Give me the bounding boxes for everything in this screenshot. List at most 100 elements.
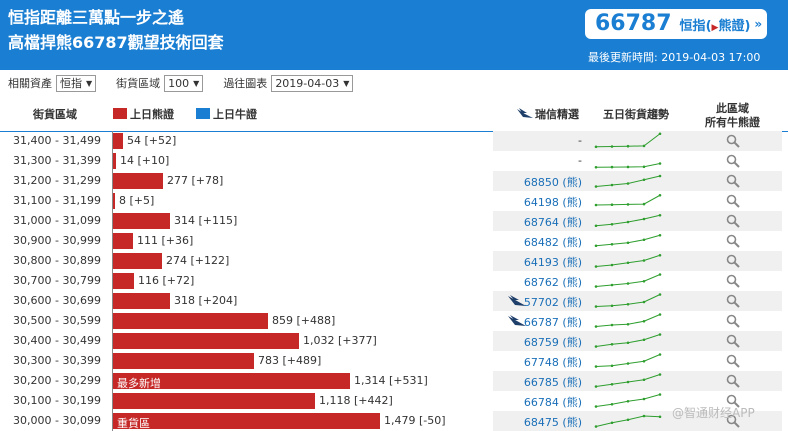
bar-note: 最多新增 — [117, 377, 161, 390]
magnifier-icon[interactable] — [726, 354, 740, 368]
trend-sparkline — [594, 253, 662, 268]
magnifier-icon[interactable] — [726, 374, 740, 388]
magnifier-icon[interactable] — [726, 254, 740, 268]
bear-bar[interactable] — [113, 193, 115, 209]
last-updated-time: 最後更新時間: 2019-04-03 17:00 — [588, 51, 761, 64]
trend-point — [642, 300, 646, 304]
trend-point — [658, 313, 662, 316]
trend-point — [610, 323, 614, 327]
row-range: 30,400 - 30,499 — [13, 334, 101, 347]
table-row: 30,700 - 30,799 116 [+72] 68762 (熊) — [0, 271, 788, 291]
range-label: 街貨區域 — [116, 77, 161, 90]
ubs-warrant-link[interactable]: 68475 (熊) — [524, 414, 582, 430]
ubs-warrant-link[interactable]: 68759 (熊) — [524, 334, 582, 350]
bear-bar[interactable] — [113, 353, 254, 369]
chart-label: 過往圖表 — [223, 77, 268, 90]
bear-bar[interactable] — [113, 253, 162, 269]
trend-sparkline — [594, 193, 662, 207]
column-region-line2: 所有牛熊證 — [705, 116, 760, 129]
bear-bar[interactable] — [113, 273, 134, 289]
column-trend: 五日街貨趨勢 — [603, 108, 669, 121]
trend-point — [626, 144, 630, 148]
bear-bar[interactable]: 最多新增 — [113, 373, 350, 390]
index-quote-box[interactable]: 66787 恒指(▶熊證) » — [585, 9, 767, 39]
trend-point — [610, 145, 614, 148]
table-row: 31,300 - 31,399 14 [+10] - — [0, 151, 788, 171]
bear-swatch — [113, 108, 127, 119]
trend-line — [595, 334, 661, 347]
column-range: 街貨區域 — [33, 108, 77, 121]
magnifier-icon[interactable] — [726, 174, 740, 188]
trend-point — [610, 402, 614, 406]
trend-point — [626, 380, 630, 384]
ubs-warrant-link[interactable]: 68764 (熊) — [524, 214, 582, 230]
trend-sparkline — [594, 132, 662, 149]
trend-point — [626, 302, 630, 306]
trend-line — [595, 415, 661, 427]
trend-point — [594, 345, 598, 348]
magnifier-icon[interactable] — [726, 214, 740, 228]
bear-bar[interactable] — [113, 393, 315, 409]
trend-point — [642, 217, 646, 221]
magnifier-icon[interactable] — [726, 154, 740, 168]
trend-line — [595, 133, 661, 148]
bar-value: 783 [+489] — [258, 354, 322, 367]
asset-select-value: 恒指 — [60, 77, 82, 90]
trend-sparkline — [594, 174, 662, 188]
trend-point — [658, 233, 662, 237]
ubs-warrant-link[interactable]: 67748 (熊) — [524, 354, 582, 370]
chart-date-select[interactable]: 2019-04-03 ▼ — [271, 74, 354, 92]
trend-point — [642, 259, 646, 262]
ubs-warrant-link[interactable]: 68762 (熊) — [524, 274, 582, 290]
trend-point — [594, 305, 598, 308]
ubs-warrant-link[interactable]: 57702 (熊) — [524, 294, 582, 310]
bear-bar[interactable] — [113, 333, 299, 349]
ubs-warrant-link[interactable]: 66784 (熊) — [524, 394, 582, 410]
bar-value: 1,032 [+377] — [303, 334, 377, 347]
table-row: 30,200 - 30,299 最多新增 1,314 [+531] 66785 (熊) — [0, 371, 788, 391]
magnifier-icon[interactable] — [726, 314, 740, 328]
ubs-warrant-link[interactable]: 66787 (熊) — [524, 314, 582, 330]
bear-bar[interactable] — [113, 173, 163, 189]
ubs-warrant-link[interactable]: 66785 (熊) — [524, 374, 582, 390]
trend-point — [626, 220, 630, 224]
headline-line2: 高檔捍熊66787觀望技術回套 — [8, 33, 224, 52]
ubs-warrant-link[interactable]: 68850 (熊) — [524, 174, 582, 190]
asset-select[interactable]: 恒指 ▼ — [56, 74, 97, 92]
table-row: 30,000 - 30,099 重貨區 1,479 [-50] 68475 (熊) — [0, 411, 788, 431]
magnifier-icon[interactable] — [726, 234, 740, 248]
bear-bar[interactable] — [113, 133, 123, 149]
trend-point — [658, 293, 662, 296]
bear-bar[interactable] — [113, 153, 116, 169]
trend-sparkline — [594, 414, 662, 428]
trend-sparkline — [594, 233, 662, 248]
bear-bar[interactable] — [113, 293, 170, 309]
index-name: 恒指 — [679, 18, 706, 34]
ubs-warrant-link[interactable]: 64198 (熊) — [524, 194, 582, 210]
row-range: 30,100 - 30,199 — [13, 394, 101, 407]
bear-bar[interactable] — [113, 213, 170, 229]
double-chevron-right-icon[interactable]: » — [754, 17, 762, 31]
legend-bear-label: 上日熊證 — [130, 108, 174, 121]
magnifier-icon[interactable] — [726, 194, 740, 208]
table-row: 30,500 - 30,599 859 [+488] 66787 (熊) — [0, 311, 788, 331]
magnifier-icon[interactable] — [726, 294, 740, 308]
trend-point — [658, 353, 662, 356]
filter-bar: 相關資產 恒指 ▼ 街貨區域 100 ▼ 過往圖表 2019-04-03 ▼ — [0, 70, 788, 96]
trend-point — [610, 222, 614, 226]
magnifier-icon[interactable] — [726, 274, 740, 288]
magnifier-icon[interactable] — [726, 134, 740, 148]
column-ubs: 瑞信精選 — [517, 106, 579, 122]
bear-bar[interactable] — [113, 233, 133, 249]
bar-value: 8 [+5] — [119, 194, 155, 207]
dropdown-arrow-icon: ▼ — [343, 78, 350, 88]
ubs-warrant-link[interactable]: 68482 (熊) — [524, 234, 582, 250]
ubs-warrant-link[interactable]: 64193 (熊) — [524, 254, 582, 270]
range-select[interactable]: 100 ▼ — [164, 74, 204, 92]
trend-point — [642, 144, 646, 148]
bear-bar[interactable]: 重貨區 — [113, 413, 380, 430]
trend-point — [658, 132, 662, 136]
trend-sparkline — [594, 373, 662, 388]
bear-bar[interactable] — [113, 313, 268, 329]
magnifier-icon[interactable] — [726, 334, 740, 348]
